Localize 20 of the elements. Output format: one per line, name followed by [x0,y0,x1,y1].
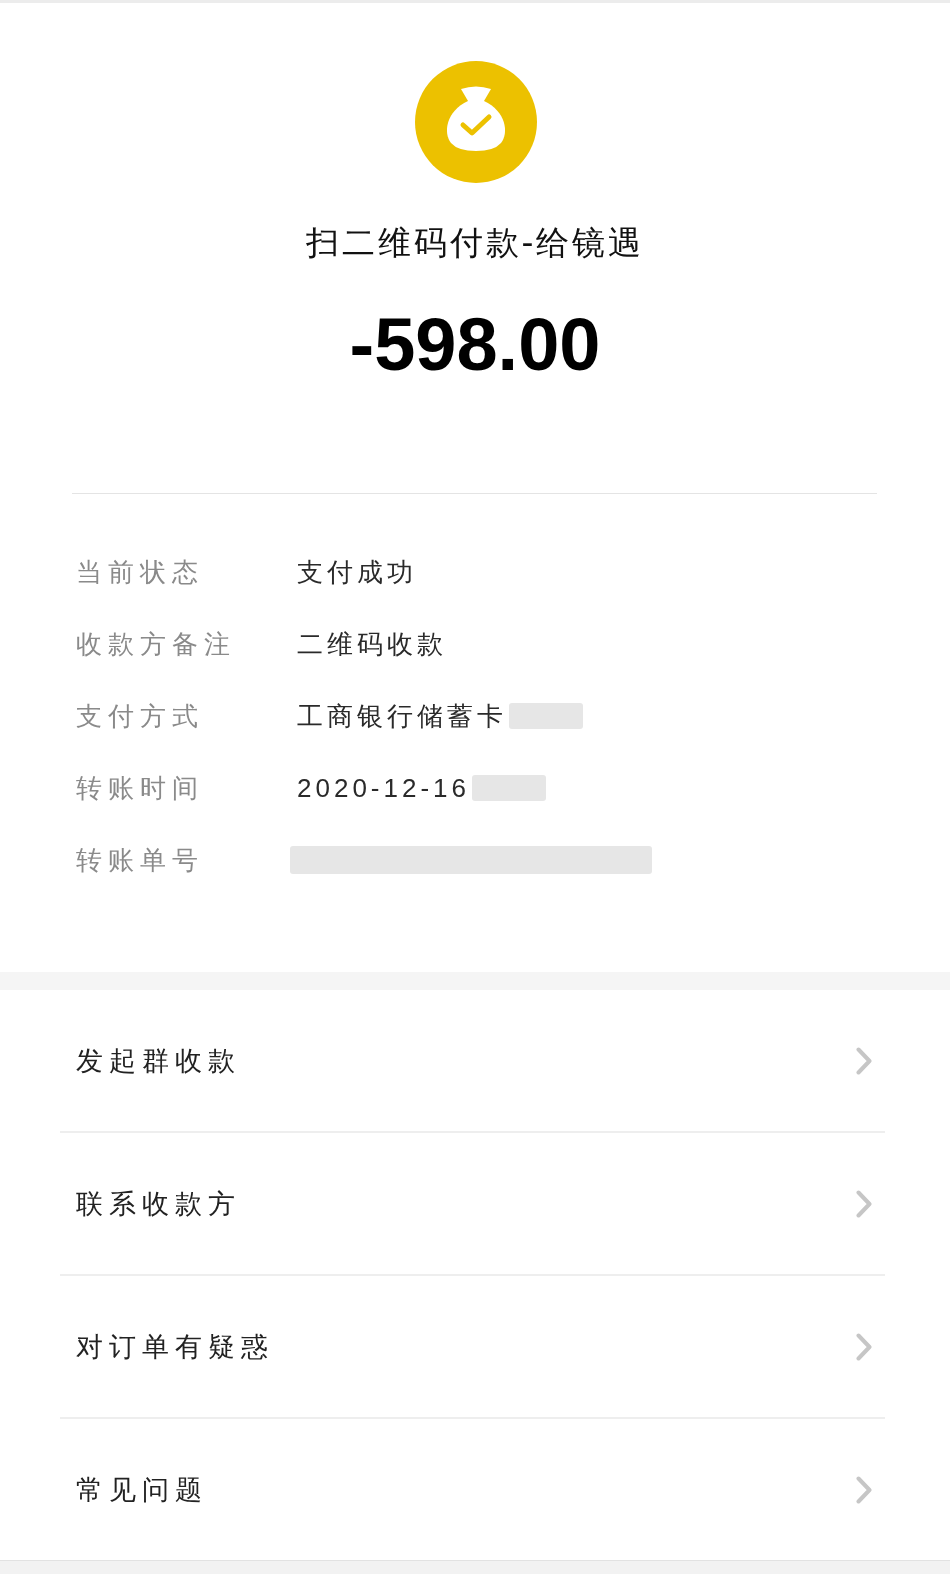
chevron-icon [856,1332,872,1361]
action-row[interactable]: 常见问题 [60,1419,885,1560]
detail-label: 收款方备注 [76,627,237,661]
detail-value: 2020-12-16 [297,772,470,804]
detail-label: 转账时间 [76,771,205,805]
detail-label: 转账单号 [76,843,205,877]
chevron-icon [856,1189,872,1218]
detail-value: 二维码收款 [297,627,447,661]
bag-check-icon [415,61,537,183]
action-row[interactable]: 联系收款方 [60,1133,885,1274]
chevron-icon [856,1475,872,1504]
detail-value: 工商银行储蓄卡 [297,699,507,733]
chevron-icon [856,1046,872,1075]
detail-label: 支付方式 [76,699,205,733]
action-row[interactable]: 发起群收款 [60,990,885,1131]
payment-amount: -598.00 [349,302,601,388]
detail-label: 当前状态 [76,555,205,589]
detail-value: 支付成功 [297,555,417,589]
payment-title: 扫二维码付款-给镜遇 [305,222,645,264]
action-row[interactable]: 对订单有疑惑 [60,1276,885,1417]
